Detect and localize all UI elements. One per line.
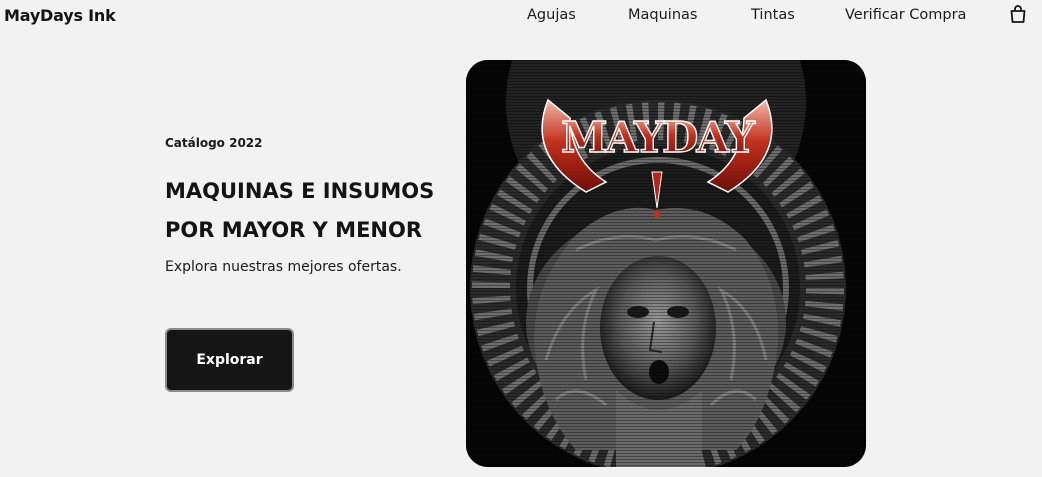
- nav-link-verificar-compra[interactable]: Verificar Compra: [845, 7, 966, 23]
- svg-text:MAYDAY: MAYDAY: [561, 113, 756, 162]
- nav-link-tintas[interactable]: Tintas: [751, 7, 795, 23]
- catalog-kicker: Catálogo 2022: [165, 136, 263, 150]
- brand-logo[interactable]: MayDays Ink: [4, 6, 116, 25]
- nav-link-maquinas[interactable]: Maquinas: [628, 7, 697, 23]
- hero-headline: MAQUINAS E INSUMOS POR MAYOR Y MENOR: [165, 179, 435, 242]
- explore-button[interactable]: Explorar: [165, 328, 294, 392]
- top-navbar: MayDays Ink Agujas Maquinas Tintas Verif…: [0, 0, 1042, 32]
- shopping-bag-icon[interactable]: [1008, 4, 1028, 24]
- nav-link-agujas[interactable]: Agujas: [527, 7, 576, 23]
- hero-subtitle: Explora nuestras mejores ofertas.: [165, 259, 402, 275]
- poster-artwork: MAYDAY: [466, 60, 866, 467]
- hero-poster-image: MAYDAY: [466, 60, 866, 467]
